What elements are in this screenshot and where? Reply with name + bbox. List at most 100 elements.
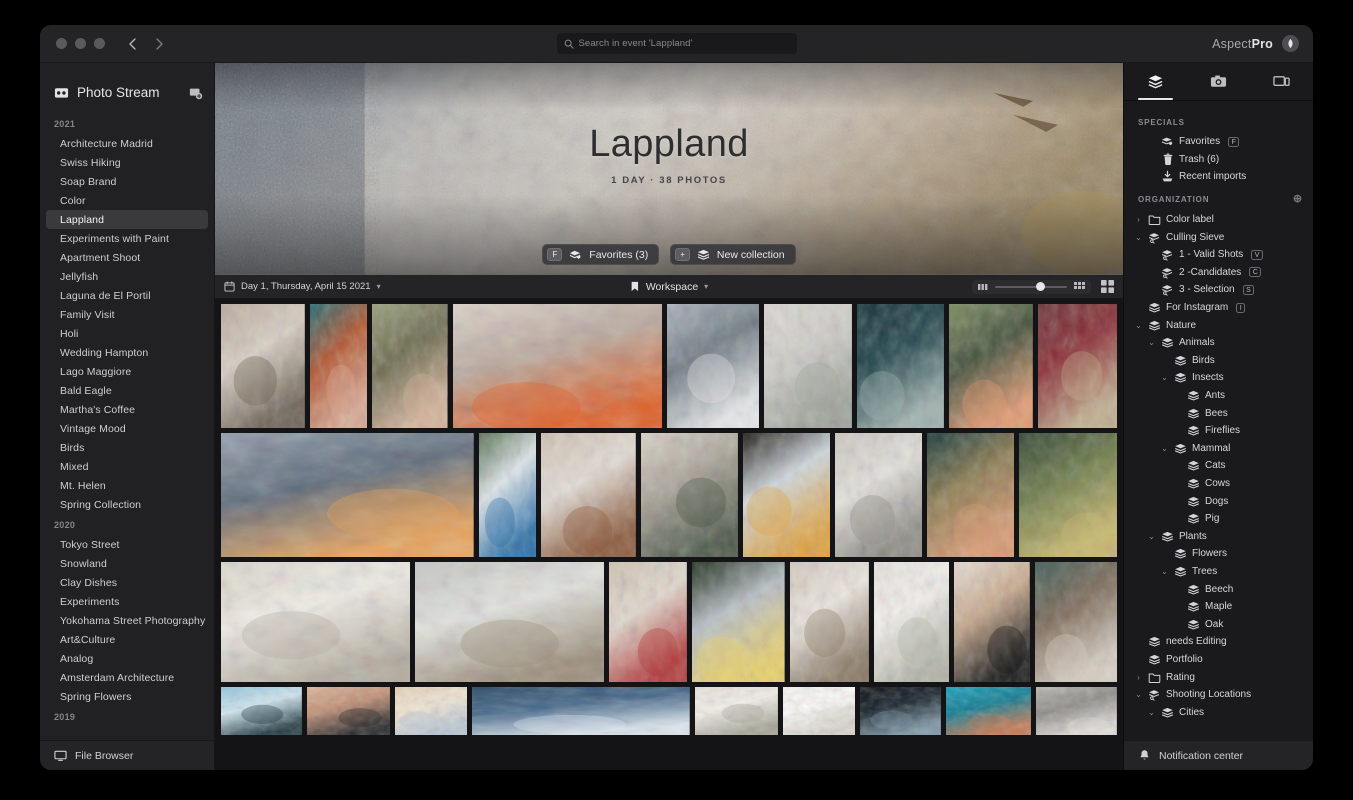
sidebar-item-lago-maggiore[interactable]: Lago Maggiore bbox=[46, 362, 208, 381]
sidebar-item-wedding-hampton[interactable]: Wedding Hampton bbox=[46, 343, 208, 362]
tree-item-ants[interactable]: Ants bbox=[1124, 387, 1313, 405]
tree-item-dogs[interactable]: Dogs bbox=[1124, 492, 1313, 510]
photo-thumbnail[interactable] bbox=[221, 433, 474, 557]
tree-item-mammal[interactable]: ⌄ Mammal bbox=[1124, 440, 1313, 458]
photo-thumbnail[interactable] bbox=[948, 304, 1033, 428]
new-collection-button[interactable]: + New collection bbox=[670, 244, 796, 265]
close-window-button[interactable] bbox=[56, 38, 67, 49]
photo-thumbnail[interactable] bbox=[541, 433, 636, 557]
zoom-slider[interactable] bbox=[995, 282, 1067, 292]
tree-item-recent-imports[interactable]: Recent imports bbox=[1124, 168, 1313, 186]
tree-item-culling-sieve[interactable]: ⌄ Culling Sieve bbox=[1124, 228, 1313, 246]
tree-item-bees[interactable]: Bees bbox=[1124, 404, 1313, 422]
photo-thumbnail[interactable] bbox=[452, 304, 662, 428]
sidebar-item-swiss-hiking[interactable]: Swiss Hiking bbox=[46, 153, 208, 172]
tree-item-flowers[interactable]: Flowers bbox=[1124, 545, 1313, 563]
chevron-down-icon[interactable]: ⌄ bbox=[1147, 338, 1156, 347]
photo-thumbnail[interactable] bbox=[860, 687, 942, 735]
chevron-right-icon[interactable]: › bbox=[1134, 215, 1143, 224]
photo-thumbnail[interactable] bbox=[782, 687, 856, 735]
zoom-slider-knob[interactable] bbox=[1036, 282, 1046, 291]
photo-thumbnail[interactable] bbox=[873, 562, 950, 682]
thumbnail-size-control[interactable] bbox=[972, 279, 1091, 294]
tree-item-nature[interactable]: ⌄ Nature bbox=[1124, 316, 1313, 334]
sidebar-item-experiments[interactable]: Experiments bbox=[46, 592, 208, 611]
collections-list[interactable]: 2021 Architecture Madrid Swiss Hiking Soap … bbox=[40, 113, 214, 740]
tree-item-trash-6[interactable]: Trash (6) bbox=[1124, 151, 1313, 169]
organization-tree[interactable]: SPECIALS Favorites F Trash (6) Recent import… bbox=[1124, 101, 1313, 740]
tab-devices[interactable] bbox=[1250, 63, 1313, 100]
sidebar-item-laguna-de-el-portil[interactable]: Laguna de El Portil bbox=[46, 286, 208, 305]
sidebar-item-snowland[interactable]: Snowland bbox=[46, 554, 208, 573]
tree-item-3-selection[interactable]: 3 - Selection S bbox=[1124, 281, 1313, 299]
grid-view-icon[interactable] bbox=[1101, 280, 1114, 293]
sidebar-item-experiments-with-paint[interactable]: Experiments with Paint bbox=[46, 229, 208, 248]
chevron-right-icon[interactable]: › bbox=[1134, 673, 1143, 682]
photo-thumbnail[interactable] bbox=[856, 304, 944, 428]
photo-thumbnail[interactable] bbox=[472, 687, 690, 735]
tree-item-maple[interactable]: Maple bbox=[1124, 598, 1313, 616]
sidebar-item-yokohama-street-photography[interactable]: Yokohama Street Photography bbox=[46, 611, 208, 630]
photo-thumbnail[interactable] bbox=[694, 687, 778, 735]
sidebar-item-color[interactable]: Color bbox=[46, 191, 208, 210]
tree-item-2-candidates[interactable]: 2 -Candidates C bbox=[1124, 264, 1313, 282]
photo-thumbnail[interactable] bbox=[742, 433, 830, 557]
tree-item-beech[interactable]: Beech bbox=[1124, 580, 1313, 598]
tree-item-cities[interactable]: ⌄ Cities bbox=[1124, 703, 1313, 721]
maximize-window-button[interactable] bbox=[94, 38, 105, 49]
photo-thumbnail[interactable] bbox=[789, 562, 869, 682]
tree-item-favorites[interactable]: Favorites F bbox=[1124, 133, 1313, 151]
tree-item-cows[interactable]: Cows bbox=[1124, 475, 1313, 493]
sidebar-item-spring-collection[interactable]: Spring Collection bbox=[46, 495, 208, 514]
photo-thumbnail[interactable] bbox=[309, 304, 368, 428]
photo-thumbnail[interactable] bbox=[478, 433, 537, 557]
photo-thumbnail[interactable] bbox=[1037, 304, 1118, 428]
photo-thumbnail[interactable] bbox=[609, 562, 688, 682]
tree-item-portfolio[interactable]: Portfolio bbox=[1124, 651, 1313, 669]
tab-camera[interactable] bbox=[1187, 63, 1250, 100]
window-traffic-lights[interactable] bbox=[56, 38, 105, 49]
tree-item-birds[interactable]: Birds bbox=[1124, 352, 1313, 370]
sidebar-item-lappland[interactable]: Lappland bbox=[46, 210, 208, 229]
chevron-down-icon[interactable]: ▾ bbox=[704, 282, 708, 291]
sidebar-item-mt-helen[interactable]: Mt. Helen bbox=[46, 476, 208, 495]
chevron-down-icon[interactable]: ⌄ bbox=[1147, 708, 1156, 717]
chevron-down-icon[interactable]: ⌄ bbox=[1134, 321, 1143, 330]
sidebar-item-analog[interactable]: Analog bbox=[46, 649, 208, 668]
photo-thumbnail[interactable] bbox=[1035, 562, 1117, 682]
chevron-down-icon[interactable]: ⌄ bbox=[1160, 373, 1169, 382]
tree-item-fireflies[interactable]: Fireflies bbox=[1124, 422, 1313, 440]
search-input[interactable]: Search in event 'Lappland' bbox=[556, 33, 797, 54]
large-grid-icon[interactable] bbox=[1074, 281, 1085, 292]
tree-item-trees[interactable]: ⌄ Trees bbox=[1124, 563, 1313, 581]
tree-item-oak[interactable]: Oak bbox=[1124, 615, 1313, 633]
photo-thumbnail[interactable] bbox=[1019, 433, 1117, 557]
chevron-down-icon[interactable]: ⌄ bbox=[1147, 532, 1156, 541]
chevron-down-icon[interactable]: ⌄ bbox=[1160, 567, 1169, 576]
chevron-down-icon[interactable]: ▾ bbox=[377, 282, 381, 291]
sidebar-item-mixed[interactable]: Mixed bbox=[46, 457, 208, 476]
sidebar-item-tokyo-street[interactable]: Tokyo Street bbox=[46, 535, 208, 554]
photo-thumbnail[interactable] bbox=[394, 687, 468, 735]
day-selector[interactable]: Day 1, Thursday, April 15 2021 ▾ bbox=[224, 281, 381, 292]
photo-thumbnail[interactable] bbox=[834, 433, 922, 557]
sidebar-item-spring-flowers[interactable]: Spring Flowers bbox=[46, 687, 208, 706]
file-browser-button[interactable]: File Browser bbox=[40, 740, 214, 770]
tree-item-insects[interactable]: ⌄ Insects bbox=[1124, 369, 1313, 387]
chevron-down-icon[interactable]: ⌄ bbox=[1134, 690, 1143, 699]
aspect-logo-icon[interactable] bbox=[1282, 35, 1299, 52]
minimize-window-button[interactable] bbox=[75, 38, 86, 49]
tree-item-plants[interactable]: ⌄ Plants bbox=[1124, 527, 1313, 545]
photo-thumbnail[interactable] bbox=[946, 687, 1032, 735]
sidebar-item-soap-brand[interactable]: Soap Brand bbox=[46, 172, 208, 191]
sidebar-item-family-visit[interactable]: Family Visit bbox=[46, 305, 208, 324]
tree-item-animals[interactable]: ⌄ Animals bbox=[1124, 334, 1313, 352]
sidebar-item-amsterdam-architecture[interactable]: Amsterdam Architecture bbox=[46, 668, 208, 687]
photo-thumbnail[interactable] bbox=[640, 433, 738, 557]
sidebar-item-birds[interactable]: Birds bbox=[46, 438, 208, 457]
tab-layers[interactable] bbox=[1124, 63, 1187, 100]
tree-item-cats[interactable]: Cats bbox=[1124, 457, 1313, 475]
sidebar-item-jellyfish[interactable]: Jellyfish bbox=[46, 267, 208, 286]
small-grid-icon[interactable] bbox=[978, 283, 988, 291]
photo-thumbnail[interactable] bbox=[415, 562, 605, 682]
